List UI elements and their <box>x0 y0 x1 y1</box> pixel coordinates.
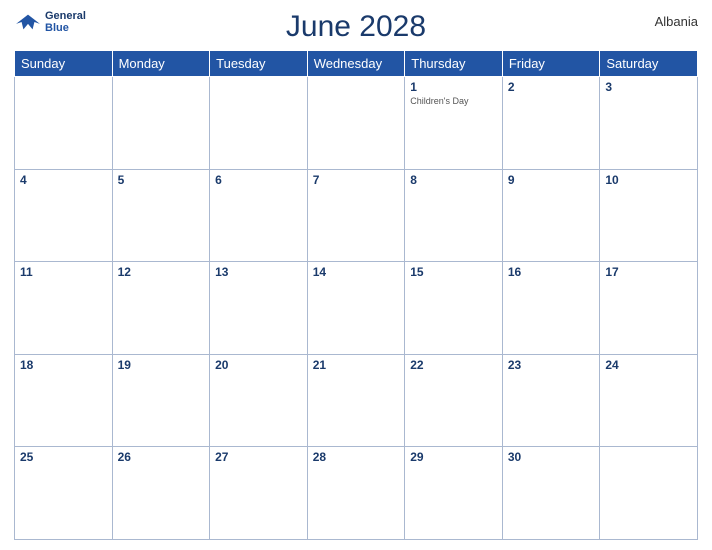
day-number: 7 <box>313 173 400 187</box>
calendar-cell: 21 <box>307 354 405 447</box>
calendar-week-5: 25 26 27 28 29 30 <box>15 447 698 540</box>
calendar-cell <box>112 77 210 170</box>
day-number: 10 <box>605 173 692 187</box>
day-number: 1 <box>410 80 497 94</box>
calendar-cell <box>600 447 698 540</box>
calendar-cell: 14 <box>307 262 405 355</box>
calendar-cell: 8 <box>405 169 503 262</box>
day-number: 14 <box>313 265 400 279</box>
calendar-cell: 30 <box>502 447 600 540</box>
calendar-cell: 26 <box>112 447 210 540</box>
day-number: 27 <box>215 450 302 464</box>
day-number: 29 <box>410 450 497 464</box>
day-number: 30 <box>508 450 595 464</box>
calendar-cell: 9 <box>502 169 600 262</box>
weekday-header-monday: Monday <box>112 51 210 77</box>
logo-area: General Blue <box>14 10 86 34</box>
logo-icon <box>14 11 42 33</box>
calendar-cell: 24 <box>600 354 698 447</box>
calendar-cell: 13 <box>210 262 308 355</box>
calendar-cell: 4 <box>15 169 113 262</box>
day-number: 20 <box>215 358 302 372</box>
weekday-header-wednesday: Wednesday <box>307 51 405 77</box>
calendar-cell: 2 <box>502 77 600 170</box>
calendar-header: General Blue June 2028 Albania <box>14 10 698 44</box>
day-number: 13 <box>215 265 302 279</box>
day-number: 9 <box>508 173 595 187</box>
calendar-cell: 28 <box>307 447 405 540</box>
logo-line2: Blue <box>45 22 86 34</box>
day-number: 2 <box>508 80 595 94</box>
calendar-cell: 6 <box>210 169 308 262</box>
calendar-week-2: 456789 10 <box>15 169 698 262</box>
calendar-cell: 16 <box>502 262 600 355</box>
calendar-cell: 20 <box>210 354 308 447</box>
calendar-cell: 17 <box>600 262 698 355</box>
calendar-cell: 12 <box>112 262 210 355</box>
day-number: 18 <box>20 358 107 372</box>
logo-line1: General <box>45 10 86 22</box>
calendar-cell: 25 <box>15 447 113 540</box>
day-number: 15 <box>410 265 497 279</box>
calendar-cell <box>15 77 113 170</box>
day-number: 12 <box>118 265 205 279</box>
calendar-table: SundayMondayTuesdayWednesdayThursdayFrid… <box>14 50 698 540</box>
calendar-cell: 1 Children's Day <box>405 77 503 170</box>
day-number: 6 <box>215 173 302 187</box>
day-number: 17 <box>605 265 692 279</box>
calendar-cell: 7 <box>307 169 405 262</box>
day-number: 25 <box>20 450 107 464</box>
weekday-header-friday: Friday <box>502 51 600 77</box>
day-number: 22 <box>410 358 497 372</box>
calendar-cell: 29 <box>405 447 503 540</box>
day-number: 26 <box>118 450 205 464</box>
weekday-header-tuesday: Tuesday <box>210 51 308 77</box>
calendar-cell: 3 <box>600 77 698 170</box>
day-number: 28 <box>313 450 400 464</box>
calendar-cell: 15 <box>405 262 503 355</box>
calendar-cell: 19 <box>112 354 210 447</box>
calendar-title: June 2028 <box>286 10 426 44</box>
day-number: 5 <box>118 173 205 187</box>
calendar-week-4: 18 19 20 21 22 23 24 <box>15 354 698 447</box>
day-number: 16 <box>508 265 595 279</box>
day-number: 24 <box>605 358 692 372</box>
country-label: Albania <box>655 14 698 29</box>
day-number: 8 <box>410 173 497 187</box>
weekday-header-sunday: Sunday <box>15 51 113 77</box>
calendar-week-1: 1 Children's Day 23 <box>15 77 698 170</box>
day-number: 4 <box>20 173 107 187</box>
calendar-container: General Blue June 2028 Albania SundayMon… <box>0 0 712 550</box>
calendar-cell: 18 <box>15 354 113 447</box>
calendar-cell: 5 <box>112 169 210 262</box>
calendar-cell: 10 <box>600 169 698 262</box>
weekday-header-saturday: Saturday <box>600 51 698 77</box>
calendar-cell: 22 <box>405 354 503 447</box>
calendar-cell: 23 <box>502 354 600 447</box>
holiday-label: Children's Day <box>410 96 497 106</box>
calendar-week-3: 11 12 13 14 15 16 17 <box>15 262 698 355</box>
calendar-header-row: SundayMondayTuesdayWednesdayThursdayFrid… <box>15 51 698 77</box>
calendar-cell <box>210 77 308 170</box>
calendar-cell: 27 <box>210 447 308 540</box>
day-number: 23 <box>508 358 595 372</box>
day-number: 3 <box>605 80 692 94</box>
calendar-cell <box>307 77 405 170</box>
calendar-cell: 11 <box>15 262 113 355</box>
weekday-header-thursday: Thursday <box>405 51 503 77</box>
day-number: 19 <box>118 358 205 372</box>
calendar-body: 1Children's Day2345678910111213141516171… <box>15 77 698 540</box>
day-number: 11 <box>20 265 107 279</box>
day-number: 21 <box>313 358 400 372</box>
